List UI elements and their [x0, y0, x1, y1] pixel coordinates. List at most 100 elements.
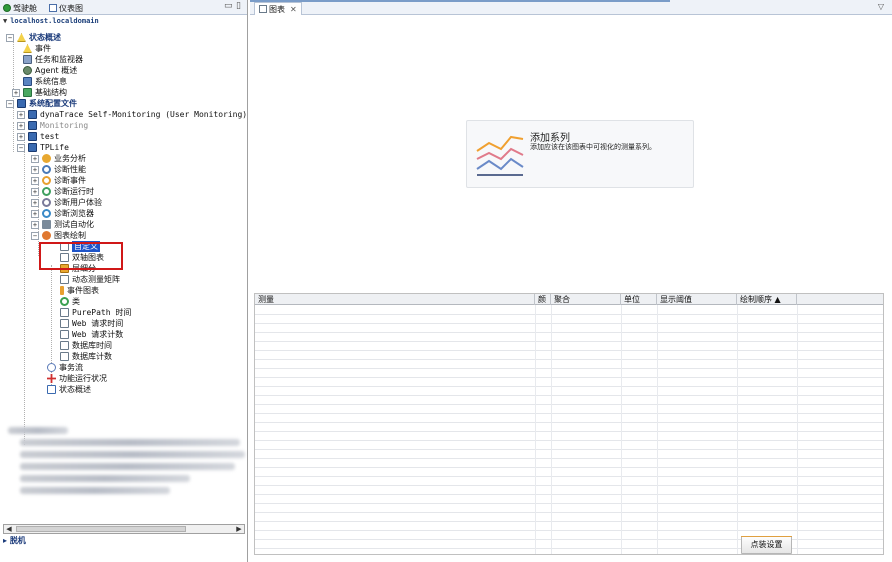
- collapse-toggle-icon[interactable]: −: [6, 99, 14, 108]
- scroll-thumb[interactable]: [16, 526, 186, 532]
- tree-item-status-overview-2[interactable]: 状态概述: [47, 384, 91, 395]
- offline-status[interactable]: ▸ 脱机: [3, 535, 26, 546]
- expand-toggle-icon[interactable]: +: [31, 220, 39, 229]
- tree-item-dynamic-matrix[interactable]: 动态测量矩阵: [60, 274, 120, 285]
- grid-row-line: [255, 440, 883, 441]
- settings-button[interactable]: 点装设置: [741, 536, 792, 554]
- tree-item-profile-monitoring[interactable]: + Monitoring: [17, 120, 88, 131]
- column-header-draw-order[interactable]: 绘制顺序 ▲: [737, 294, 797, 305]
- tree-item-profile-selfmon[interactable]: + dynaTrace Self-Monitoring (User Monitor…: [17, 109, 247, 120]
- tree-item-transaction-flow[interactable]: 事务流: [47, 362, 83, 373]
- tree-item-event-chart[interactable]: 事件图表: [60, 285, 99, 296]
- tree-label: 诊断事件: [54, 176, 86, 185]
- tree-item-profile-test[interactable]: + test: [17, 131, 59, 142]
- expand-toggle-icon[interactable]: +: [12, 88, 20, 97]
- maximize-icon[interactable]: ▯: [236, 1, 241, 11]
- scroll-right-icon[interactable]: ▶: [234, 525, 244, 533]
- grid-row-line: [255, 323, 883, 324]
- tree-label: 状态概述: [59, 385, 91, 394]
- expand-toggle-icon[interactable]: +: [31, 198, 39, 207]
- dashboard-icon: [49, 4, 57, 12]
- expand-toggle-icon[interactable]: +: [31, 187, 39, 196]
- grid-row-line: [255, 413, 883, 414]
- expand-toggle-icon[interactable]: +: [31, 165, 39, 174]
- expand-toggle-icon[interactable]: +: [17, 121, 25, 130]
- tree-item-web-request-count[interactable]: Web 请求计数: [60, 329, 123, 340]
- column-header-unit[interactable]: 单位: [621, 294, 657, 305]
- tree-item-charting[interactable]: − 图表绘制: [31, 230, 86, 241]
- grid-row-line: [255, 458, 883, 459]
- expand-toggle-icon[interactable]: +: [31, 176, 39, 185]
- tree-item-db-time[interactable]: 数据库时间: [60, 340, 112, 351]
- measure-table[interactable]: 测量 颜 聚合 单位 显示阈值 绘制顺序 ▲: [254, 293, 884, 555]
- tree-label: 测试自动化: [54, 220, 94, 229]
- tree-item-diag-user-experience[interactable]: + 诊断用户体验: [31, 197, 102, 208]
- tree-item-diag-browser[interactable]: + 诊断浏览器: [31, 208, 94, 219]
- close-icon[interactable]: ✕: [290, 5, 297, 14]
- class-icon: [60, 297, 69, 306]
- tree-item-diag-performance[interactable]: + 诊断性能: [31, 164, 86, 175]
- scroll-left-icon[interactable]: ◀: [4, 525, 14, 533]
- tree-label: 类: [72, 297, 80, 306]
- diagnose-icon: [42, 176, 51, 185]
- expand-toggle-icon[interactable]: +: [17, 132, 25, 141]
- tree-item-web-request-time[interactable]: Web 请求时间: [60, 318, 123, 329]
- tree-label: 数据库时间: [72, 341, 112, 350]
- collapse-toggle-icon[interactable]: −: [17, 143, 25, 152]
- view-menu-icon[interactable]: ▽: [878, 2, 884, 11]
- tree-label: Web 请求时间: [72, 319, 124, 328]
- tree-item-events[interactable]: 事件: [23, 43, 51, 54]
- tree-item-diag-events[interactable]: + 诊断事件: [31, 175, 86, 186]
- column-header-color[interactable]: 颜: [535, 294, 551, 305]
- business-analysis-icon: [42, 154, 51, 163]
- add-series-card[interactable]: 添加系列 添加应该在该图表中可视化的测量系列。: [466, 120, 694, 188]
- grid-row-line: [255, 503, 883, 504]
- tree-label: 任务和监视器: [35, 55, 83, 64]
- tree-item-tasks-monitors[interactable]: 任务和监视器: [23, 54, 83, 65]
- tree-item-db-count[interactable]: 数据库计数: [60, 351, 112, 362]
- column-header-aggregation[interactable]: 聚合: [551, 294, 621, 305]
- grid-row-line: [255, 404, 883, 405]
- tree-item-infrastructure[interactable]: + 基础结构: [12, 87, 67, 98]
- grid-row-line: [255, 449, 883, 450]
- tab-cockpit[interactable]: 驾驶舱: [3, 2, 37, 14]
- column-header-threshold[interactable]: 显示阈值: [657, 294, 737, 305]
- horizontal-scrollbar[interactable]: ◀ ▶: [3, 524, 245, 534]
- tree-item-status-overview[interactable]: − 状态概述: [6, 32, 61, 43]
- tree-item-system-profiles[interactable]: − 系统配置文件: [6, 98, 77, 109]
- tab-dashboard[interactable]: 仪表图: [49, 2, 83, 14]
- collapse-toggle-icon[interactable]: −: [6, 33, 14, 42]
- tree-item-business-analysis[interactable]: + 业务分析: [31, 153, 86, 164]
- tree-item-agent-overview[interactable]: Agent 概述: [23, 65, 77, 76]
- collapse-toggle-icon[interactable]: −: [31, 231, 39, 240]
- chart-editor: 图表 ✕ ▽ 添加系列 添加应该在该图表中可视化的测量系列。 测量 颜 聚合 单…: [250, 0, 892, 562]
- tree-label: 诊断运行时: [54, 187, 94, 196]
- grid-row-line: [255, 485, 883, 486]
- expand-toggle-icon[interactable]: +: [17, 110, 25, 119]
- grid-col-line: [797, 305, 798, 554]
- tree-item-classes[interactable]: 类: [60, 296, 80, 307]
- minimize-icon[interactable]: ▭: [224, 1, 233, 11]
- tree-item-test-automation[interactable]: + 测试自动化: [31, 219, 94, 230]
- add-series-title: 添加系列: [530, 133, 570, 144]
- navigator-tab-bar: 驾驶舱 仪表图 ▭ ▯: [0, 0, 247, 15]
- expand-toggle-icon[interactable]: +: [31, 209, 39, 218]
- expand-toggle-icon[interactable]: +: [31, 154, 39, 163]
- tree-item-purepath-time[interactable]: PurePath 时间: [60, 307, 131, 318]
- tree-item-profile-tplife[interactable]: − TPLife: [17, 142, 69, 153]
- grid-col-line: [551, 305, 552, 554]
- tree-label: 事件: [35, 44, 51, 53]
- tree-item-system-info[interactable]: 系统信息: [23, 76, 67, 87]
- server-host[interactable]: ▼ localhost.localdomain: [3, 17, 99, 25]
- grid-row-line: [255, 314, 883, 315]
- profile-icon: [28, 132, 37, 141]
- tree-label: dynaTrace Self-Monitoring (User Monitori…: [40, 110, 248, 119]
- database-icon: [60, 341, 69, 350]
- health-icon: [47, 374, 56, 383]
- column-header-measure[interactable]: 测量: [255, 294, 535, 305]
- collapse-arrow-icon[interactable]: ▼: [3, 17, 7, 25]
- tree-item-diag-runtime[interactable]: + 诊断运行时: [31, 186, 94, 197]
- system-profile-icon: [17, 99, 26, 108]
- tab-chart[interactable]: 图表 ✕: [254, 2, 302, 15]
- tree-item-functional-health[interactable]: 功能运行状况: [47, 373, 107, 384]
